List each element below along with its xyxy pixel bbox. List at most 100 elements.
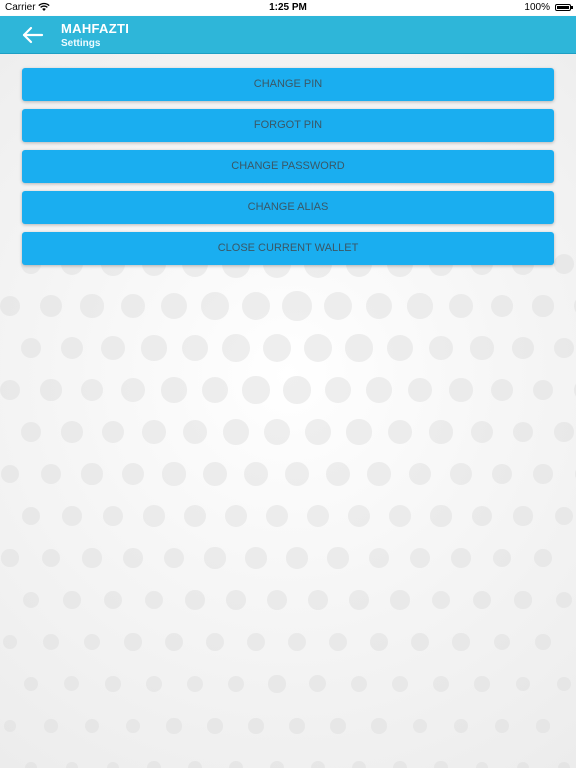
background-dot xyxy=(429,420,453,444)
background-dot xyxy=(2,634,18,650)
background-dot xyxy=(84,718,99,733)
background-dot xyxy=(188,761,202,768)
background-dot xyxy=(181,334,209,362)
background-dot xyxy=(121,378,145,402)
background-dot xyxy=(286,547,308,569)
background-dot xyxy=(367,462,391,486)
background-dot xyxy=(346,419,372,445)
background-dot xyxy=(308,590,328,610)
background-dot xyxy=(269,760,285,768)
back-arrow-icon[interactable] xyxy=(20,22,46,48)
background-dot xyxy=(387,335,413,361)
background-dot xyxy=(161,377,187,403)
background-dot xyxy=(21,506,41,526)
background-dot xyxy=(553,253,575,275)
background-dot xyxy=(512,421,534,443)
background-dot xyxy=(83,633,101,651)
background-dot xyxy=(144,590,164,610)
background-dot xyxy=(0,464,20,484)
background-dot xyxy=(490,378,514,402)
background-dot xyxy=(223,419,249,445)
background-dot xyxy=(80,378,104,402)
background-dot xyxy=(267,590,287,610)
background-dot xyxy=(512,337,534,359)
background-dot xyxy=(23,676,39,692)
background-dot xyxy=(368,547,390,569)
background-dot xyxy=(123,548,143,568)
background-dot xyxy=(450,463,472,485)
background-dot xyxy=(305,419,331,445)
background-dot xyxy=(492,548,512,568)
background-dot xyxy=(366,377,392,403)
background-dot xyxy=(3,719,17,733)
background-dot xyxy=(165,633,183,651)
background-dot xyxy=(433,676,449,692)
background-dot xyxy=(345,334,373,362)
background-dot xyxy=(369,632,389,652)
background-dot xyxy=(228,760,243,768)
status-time: 1:25 PM xyxy=(269,2,307,13)
background-dot xyxy=(185,590,205,610)
background-dot xyxy=(166,718,182,734)
change-pin-button[interactable]: CHANGE PIN xyxy=(22,68,554,101)
background-dot xyxy=(453,718,469,734)
background-dot xyxy=(44,719,58,733)
background-dot xyxy=(241,291,271,321)
background-dot xyxy=(204,547,226,569)
background-dot xyxy=(201,376,229,404)
background-dot xyxy=(201,292,229,320)
background-dot xyxy=(160,292,187,319)
background-dot xyxy=(226,590,246,610)
background-dot xyxy=(163,547,185,569)
background-dot xyxy=(203,462,227,486)
change-password-button[interactable]: CHANGE PASSWORD xyxy=(22,150,554,183)
background-dot xyxy=(408,462,432,486)
change-alias-button[interactable]: CHANGE ALIAS xyxy=(22,191,554,224)
background-dot xyxy=(0,380,20,400)
background-dot xyxy=(310,760,326,768)
background-dot xyxy=(365,292,393,320)
background-dot xyxy=(534,549,552,567)
background-dot xyxy=(557,677,571,691)
background-dot xyxy=(20,421,42,443)
background-dot xyxy=(65,761,79,768)
background-dot xyxy=(409,547,431,569)
background-dot xyxy=(61,421,83,443)
background-dot xyxy=(64,676,80,692)
background-dot xyxy=(103,590,123,610)
background-dot xyxy=(41,464,61,484)
page-subtitle: Settings xyxy=(61,38,101,49)
background-dot xyxy=(60,336,84,360)
background-dot xyxy=(532,295,554,317)
background-dot xyxy=(407,377,433,403)
forgot-pin-button[interactable]: FORGOT PIN xyxy=(22,109,554,142)
background-dot xyxy=(245,547,267,569)
background-dot xyxy=(22,591,40,609)
background-dot xyxy=(246,632,266,652)
background-dot xyxy=(515,676,531,692)
background-dot xyxy=(81,463,103,485)
background-dot xyxy=(248,718,264,734)
background-dot xyxy=(533,464,553,484)
background-dot xyxy=(387,419,413,445)
background-dot xyxy=(371,718,387,734)
status-bar: Carrier 1:25 PM 100% xyxy=(0,0,576,16)
background-dot xyxy=(449,294,473,318)
background-dot xyxy=(20,337,42,359)
background-dot xyxy=(282,291,312,321)
background-dot xyxy=(391,675,409,693)
background-dot xyxy=(224,504,248,528)
background-dot xyxy=(186,675,204,693)
background-dot xyxy=(535,634,551,650)
background-dot xyxy=(287,632,307,652)
background-dot xyxy=(491,463,513,485)
background-dot xyxy=(431,590,451,610)
background-dot xyxy=(125,718,141,734)
background-dot xyxy=(554,506,573,525)
background-dot xyxy=(516,761,530,768)
background-dot xyxy=(514,591,532,609)
battery-percent: 100% xyxy=(524,2,550,13)
background-dot xyxy=(222,334,250,362)
background-dot xyxy=(430,505,452,527)
close-current-wallet-button[interactable]: CLOSE CURRENT WALLET xyxy=(22,232,554,265)
